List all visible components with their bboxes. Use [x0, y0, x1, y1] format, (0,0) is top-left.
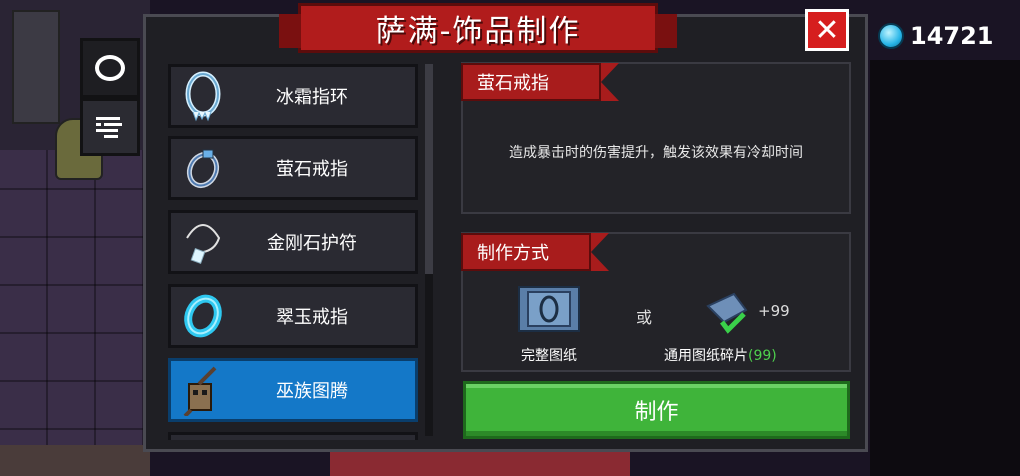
- item-description: 造成暴击时的伤害提升，触发该效果有冷却时间: [509, 145, 803, 161]
- currency-value: 14721: [910, 22, 994, 50]
- list-item-jade-ring[interactable]: 翠玉戒指: [168, 284, 418, 348]
- fluorite-ring-icon: [186, 149, 220, 189]
- or-separator: 或: [636, 308, 653, 327]
- blueprint-fragment-icon: [706, 292, 748, 334]
- close-button[interactable]: ✕: [805, 9, 849, 51]
- witch-totem-icon: [183, 366, 217, 416]
- blueprint-icon: [527, 291, 571, 327]
- dungeon-floor: [0, 150, 150, 476]
- item-label: 金刚石护符: [267, 233, 357, 254]
- scroll-thumb[interactable]: [425, 64, 433, 274]
- stone-pillar: [12, 10, 60, 124]
- craft-button[interactable]: 制作: [463, 381, 850, 439]
- list-item-fluorite-ring[interactable]: 萤石戒指: [168, 136, 418, 200]
- item-label: 翠玉戒指: [276, 307, 348, 328]
- list-scrollbar[interactable]: [425, 64, 433, 436]
- item-label: 巫族图腾: [276, 381, 348, 402]
- item-label: 萤石戒指: [276, 159, 348, 180]
- item-list[interactable]: 冰霜指环 萤石戒指 金刚石护符 翠玉戒指 巫族图腾: [164, 62, 420, 440]
- gem-icon: [878, 23, 904, 49]
- fragment-option[interactable]: [704, 292, 750, 334]
- blueprint-label: 完整图纸: [521, 348, 577, 364]
- fragment-owned: (99): [748, 348, 777, 364]
- jade-ring-icon: [184, 294, 222, 338]
- list-icon: [96, 117, 122, 138]
- blueprint-option[interactable]: [518, 286, 580, 332]
- list-item-diamond-amulet[interactable]: 金刚石护符: [168, 210, 418, 274]
- diamond-amulet-icon: [186, 224, 221, 264]
- floor-decoration: [0, 445, 150, 476]
- fragment-label-text: 通用图纸碎片: [664, 348, 748, 364]
- dark-area: [870, 60, 1020, 476]
- item-label: 冰霜指环: [276, 87, 348, 108]
- crafting-method-heading: 制作方式: [461, 233, 609, 271]
- tab-list[interactable]: [80, 98, 140, 156]
- list-item-frost-ring[interactable]: 冰霜指环: [168, 64, 418, 128]
- fragment-label: 通用图纸碎片(99): [664, 345, 777, 365]
- page-title: 萨满-饰品制作: [279, 3, 677, 53]
- ring-icon: [95, 55, 125, 81]
- currency-display: 14721: [878, 22, 994, 50]
- item-name-ribbon: 萤石戒指: [461, 63, 619, 101]
- list-item-next[interactable]: [168, 432, 418, 440]
- list-item-witch-totem[interactable]: 巫族图腾: [168, 358, 418, 422]
- frost-ring-icon: [185, 71, 221, 122]
- tab-ring[interactable]: [80, 38, 140, 98]
- fragment-count: +99: [758, 302, 790, 320]
